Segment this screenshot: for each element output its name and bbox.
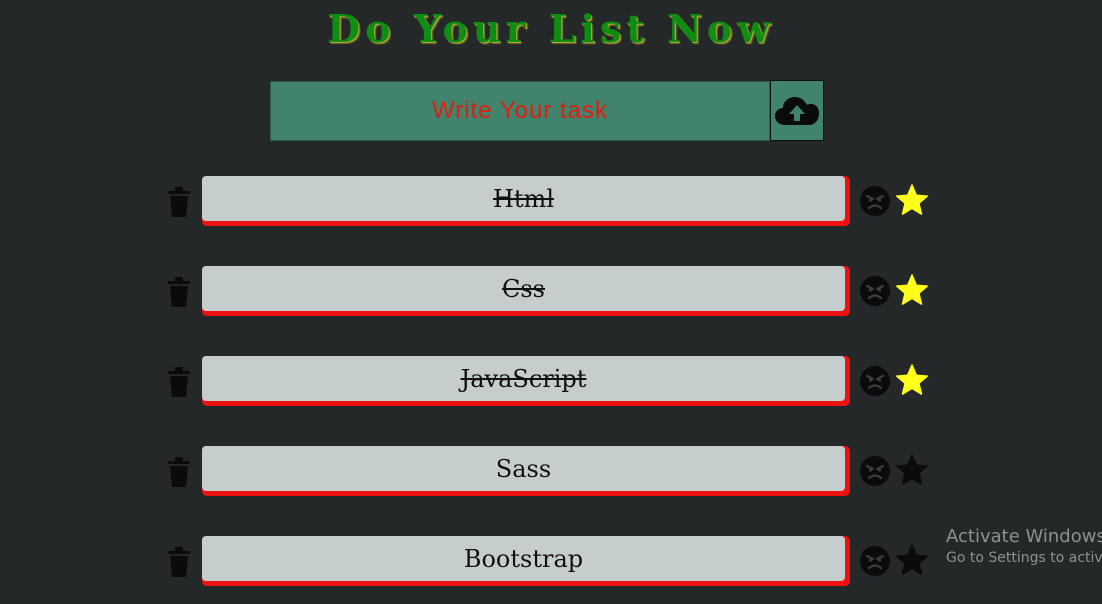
watermark-subtitle: Go to Settings to activate Windows.	[946, 550, 1102, 566]
star-icon[interactable]	[895, 454, 929, 488]
angry-face-icon[interactable]	[860, 546, 890, 576]
task-item-label[interactable]: Bootstrap	[202, 536, 845, 581]
task-item-container: JavaScript	[202, 356, 850, 406]
task-item-container: Css	[202, 266, 850, 316]
star-icon[interactable]	[895, 364, 929, 398]
task-row: Html	[0, 176, 1102, 236]
trash-icon[interactable]	[165, 456, 193, 488]
task-row: JavaScript	[0, 356, 1102, 416]
cloud-upload-icon	[775, 96, 819, 125]
star-icon[interactable]	[895, 184, 929, 218]
angry-face-icon[interactable]	[860, 276, 890, 306]
task-item-label[interactable]: Sass	[202, 446, 845, 491]
watermark-title: Activate Windows	[946, 526, 1102, 547]
angry-face-icon[interactable]	[860, 186, 890, 216]
task-row: Sass	[0, 446, 1102, 506]
task-item-label[interactable]: Css	[202, 266, 845, 311]
add-task-button[interactable]	[770, 80, 824, 141]
task-item-container: Html	[202, 176, 850, 226]
activate-windows-watermark: Activate Windows Go to Settings to activ…	[946, 526, 1102, 566]
task-input[interactable]	[270, 81, 770, 141]
task-item-container: Bootstrap	[202, 536, 850, 586]
task-row: Css	[0, 266, 1102, 326]
task-item-label[interactable]: Html	[202, 176, 845, 221]
angry-face-icon[interactable]	[860, 456, 890, 486]
task-item-label[interactable]: JavaScript	[202, 356, 845, 401]
trash-icon[interactable]	[165, 186, 193, 218]
task-item-container: Sass	[202, 446, 850, 496]
trash-icon[interactable]	[165, 546, 193, 578]
trash-icon[interactable]	[165, 366, 193, 398]
star-icon[interactable]	[895, 274, 929, 308]
trash-icon[interactable]	[165, 276, 193, 308]
page-title: Do Your List Now	[327, 6, 775, 51]
angry-face-icon[interactable]	[860, 366, 890, 396]
star-icon[interactable]	[895, 544, 929, 578]
task-row: Bootstrap	[0, 536, 1102, 596]
